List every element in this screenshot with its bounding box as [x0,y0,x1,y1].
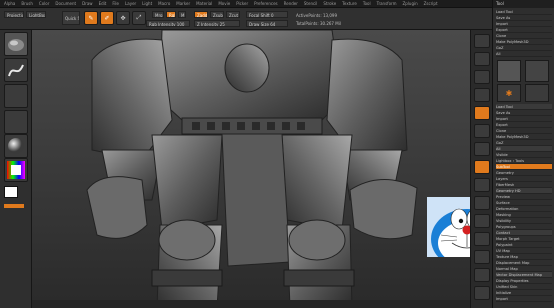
menu-item[interactable]: Material [196,1,212,6]
bpr-button[interactable] [474,34,490,48]
current-tool-thumbnail[interactable] [497,60,521,82]
zcut-toggle[interactable]: Zcut [226,11,240,18]
transp-button[interactable] [474,268,490,282]
solo-button[interactable] [474,286,490,300]
persp-button[interactable] [474,106,490,120]
edit-button[interactable]: ✎ [84,11,98,25]
actual-button[interactable] [474,88,490,102]
menu-item[interactable]: File [112,1,119,6]
menu-item[interactable]: Macro [158,1,170,6]
color-picker[interactable] [4,158,28,182]
left-shelf [0,30,32,308]
quick-sketch-button[interactable]: Quick Sketch [62,11,80,25]
stroke-icon [8,64,24,77]
move-view-button[interactable] [474,196,490,210]
menu-item[interactable]: Picker [236,1,248,6]
menu-item[interactable]: Tool [363,1,371,6]
total-points-readout: TotalPoints: 30.267 Mil [296,21,341,26]
focal-shift-slider[interactable]: Focal Shift 0 [246,11,288,18]
menu-item[interactable]: Marker [176,1,190,6]
draw-button[interactable]: ✐ [100,11,114,25]
tool-palette-header-row[interactable]: All [496,51,552,57]
scale-icon: ⤢ [136,14,142,21]
material-selector[interactable] [4,134,28,158]
menu-item[interactable]: Zscript [424,1,438,6]
menu-item[interactable]: Render [284,1,298,6]
subtool-thumbnail[interactable]: ✱ [497,84,521,102]
scale-button[interactable]: ⤢ [132,11,146,25]
menu-item[interactable]: Color [39,1,49,6]
active-points-readout: ActivePoints: 13,099 [296,13,338,18]
alpha-selector[interactable] [4,84,28,108]
tool-palette: Tool ✱ Load Tool Save As Import Export Clone… [492,0,554,308]
menu-item[interactable]: Movie [218,1,230,6]
zsub-toggle[interactable]: Zsub [210,11,224,18]
menu-item[interactable]: Stroke [323,1,336,6]
top-shelf: Projection Master LightBox Quick Sketch … [0,8,554,30]
stroke-selector[interactable] [4,58,28,82]
tool-palette-title: Tool [493,0,554,8]
m-toggle[interactable]: M [178,11,186,18]
mrgb-toggle[interactable]: Mrgb [152,11,164,18]
tool-palette-row[interactable]: Import [496,296,552,302]
lightbox-button[interactable]: LightBox [26,11,46,18]
standard-brush-icon [8,39,24,51]
simple-brush-thumbnail[interactable] [525,60,549,82]
frame-button[interactable] [474,178,490,192]
color-wheel-icon [7,161,25,179]
local-button[interactable] [474,142,490,156]
move-button[interactable]: ✥ [116,11,130,25]
main-color-swatch[interactable] [4,186,18,198]
menu-item[interactable]: Texture [342,1,357,6]
menu-item[interactable]: Preferences [254,1,278,6]
zoom-button[interactable] [474,70,490,84]
menu-item[interactable]: Light [142,1,152,6]
switch-color-button[interactable] [4,204,24,208]
menu-item[interactable]: Zplugin [403,1,418,6]
scroll-button[interactable] [474,52,490,66]
rgb-intensity-slider[interactable]: Rgb Intensity 100 [146,20,190,27]
viewport-canvas[interactable] [32,30,470,308]
rgb-toggle[interactable]: Rgb [166,11,176,18]
polyframe-button[interactable] [474,250,490,264]
draw-icon: ✐ [104,14,110,22]
menu-item[interactable]: Document [55,1,76,6]
scale-view-button[interactable] [474,214,490,228]
floor-button[interactable] [474,124,490,138]
menu-item[interactable]: Stencil [304,1,318,6]
zadd-toggle[interactable]: Zadd [194,11,208,18]
draw-size-slider[interactable]: Draw Size 64 [246,20,288,27]
move-icon: ✥ [120,14,126,22]
polymesh-thumbnail[interactable] [525,84,549,102]
xyz-button[interactable] [474,160,490,174]
material-sphere-icon [8,138,24,154]
star-icon: ✱ [505,88,513,98]
projection-master-button[interactable]: Projection Master [4,11,24,18]
edit-icon: ✎ [88,14,94,22]
status-bar [32,300,470,308]
brush-selector[interactable] [4,32,28,56]
menu-item[interactable]: Draw [82,1,92,6]
menubar: Alpha Brush Color Document Draw Edit File Layer… [0,0,554,8]
menu-item[interactable]: Brush [21,1,33,6]
menu-item[interactable]: Alpha [4,1,15,6]
menu-item[interactable]: Transform [377,1,397,6]
menu-item[interactable]: Layer [125,1,136,6]
z-intensity-slider[interactable]: Z Intensity 25 [194,20,240,27]
rotate-view-button[interactable] [474,232,490,246]
menu-item[interactable]: Edit [99,1,107,6]
armored-character-render [32,30,470,308]
zbrush-window: Alpha Brush Color Document Draw Edit File Layer… [0,0,554,308]
texture-selector[interactable] [4,110,28,134]
right-shelf [470,30,492,308]
